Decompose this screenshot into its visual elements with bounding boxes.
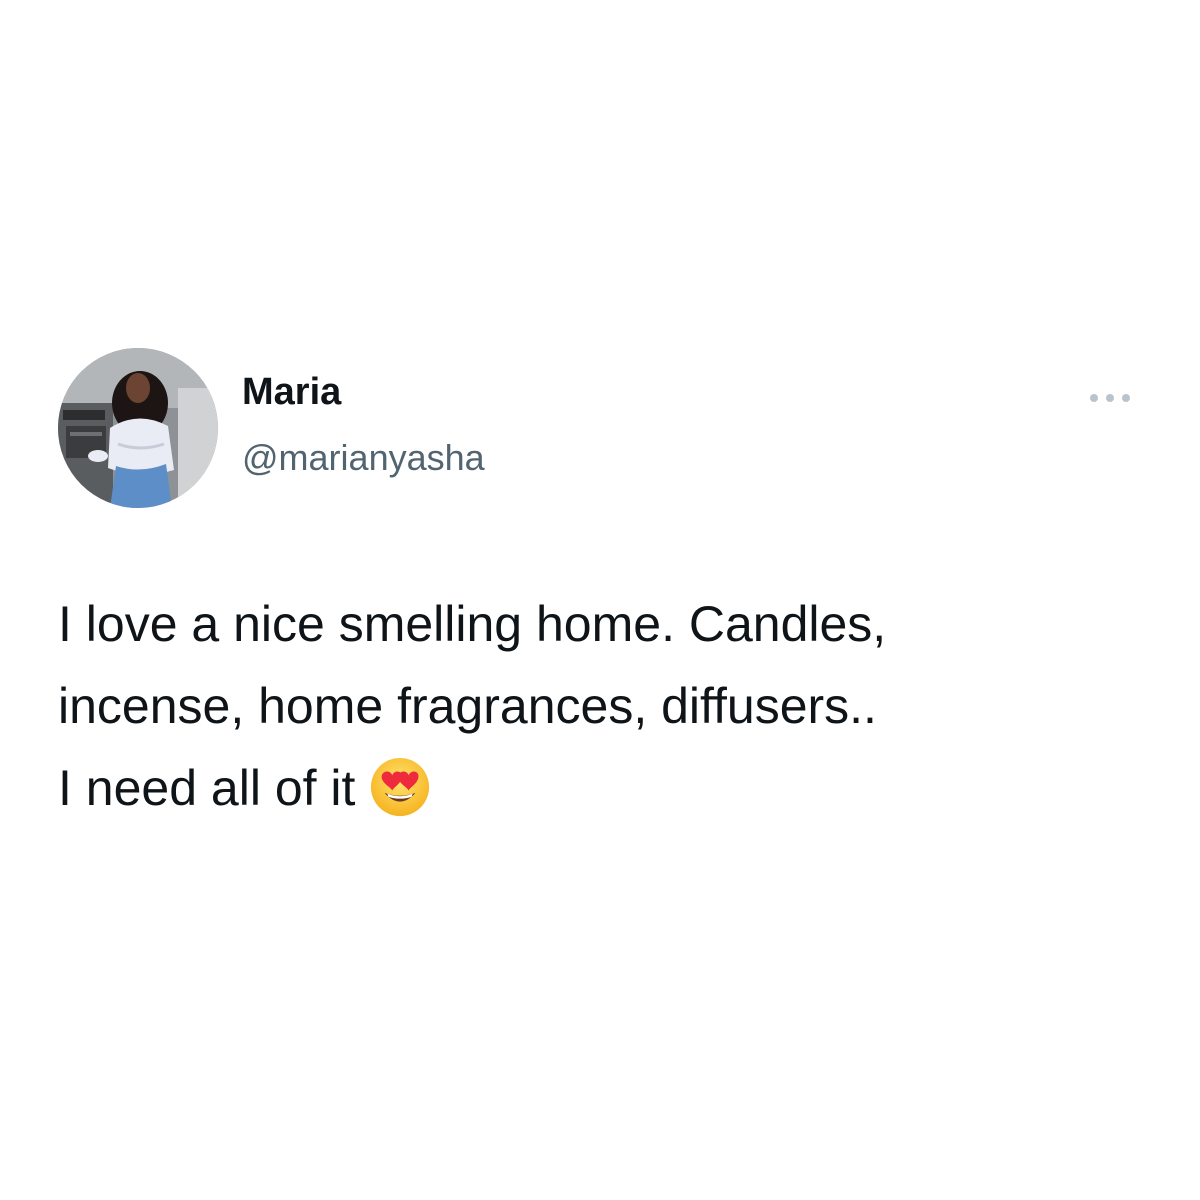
tweet-text-line-last: I need all of it [58,747,1168,829]
tweet-text-line-content: I need all of it [58,760,356,816]
more-dot [1122,394,1130,402]
profile-photo [58,348,218,508]
tweet-text-line: I love a nice smelling home. Candles, [58,596,887,652]
avatar[interactable] [58,348,218,508]
username-handle[interactable]: @marianyasha [242,440,485,476]
tweet-card: Maria @marianyasha I love a nice smellin… [0,0,1200,1200]
more-dot [1106,394,1114,402]
display-name[interactable]: Maria [242,373,341,411]
more-dot [1090,394,1098,402]
tweet-text-line: incense, home fragrances, diffusers.. [58,678,877,734]
more-options-icon[interactable] [1090,388,1130,408]
heart-eyes-emoji-icon [371,757,430,816]
tweet-text: I love a nice smelling home. Candles, in… [58,583,1168,829]
